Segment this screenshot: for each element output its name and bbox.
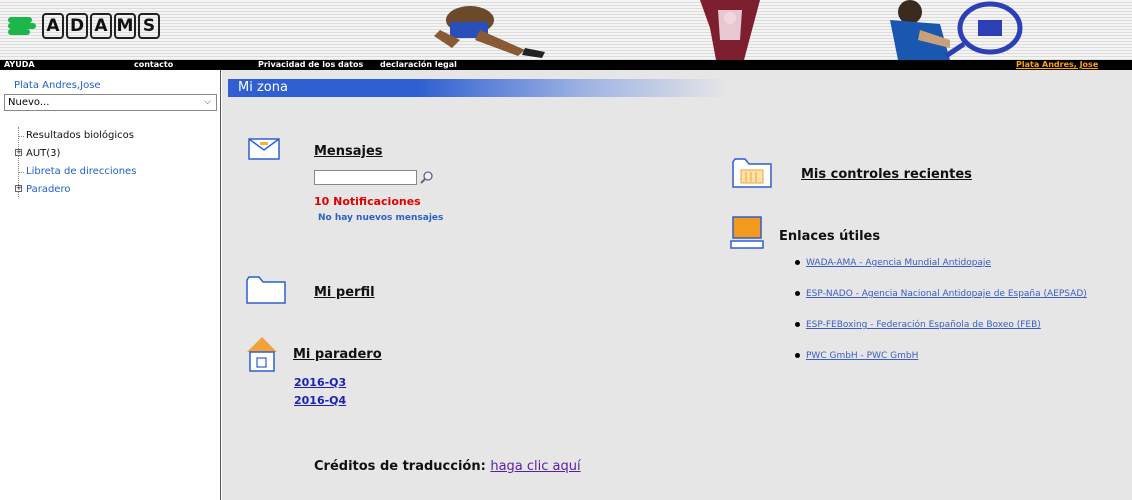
list-item: ESP-NADO - Agencia Nacional Antidopaje d… xyxy=(795,289,1087,299)
bullet-icon xyxy=(795,353,800,358)
expand-aut-icon[interactable]: + xyxy=(15,149,22,156)
message-search-input[interactable] xyxy=(314,170,417,185)
tree-connector xyxy=(18,136,24,137)
useful-link-wada[interactable]: WADA-AMA - Agencia Mundial Antidopaje xyxy=(806,258,991,268)
new-item-select-value: Nuevo... xyxy=(8,97,50,108)
whereabouts-title[interactable]: Mi paradero xyxy=(293,347,382,362)
current-user-link[interactable]: Plata Andres, Jose xyxy=(1016,60,1098,70)
quarter-link-2016-q3[interactable]: 2016-Q3 xyxy=(294,376,346,389)
translation-credits-link[interactable]: haga clic aquí xyxy=(490,459,580,474)
bullet-icon xyxy=(795,260,800,265)
privacy-link[interactable]: Privacidad de los datos xyxy=(258,60,363,70)
adams-logo[interactable]: ADAMS xyxy=(8,13,162,39)
useful-link-aepsad[interactable]: ESP-NADO - Agencia Nacional Antidopaje d… xyxy=(806,289,1087,299)
sidebar-user-name[interactable]: Plata Andres,Jose xyxy=(14,80,101,91)
search-icon[interactable] xyxy=(420,171,433,184)
athlete-hurdler-image xyxy=(434,6,545,58)
envelope-icon xyxy=(248,138,280,160)
tree-item-biological-results[interactable]: Resultados biológicos xyxy=(26,130,134,141)
tree-connector xyxy=(18,172,24,173)
header-banner: ADAMS xyxy=(0,0,1132,60)
useful-links-title: Enlaces útiles xyxy=(779,229,881,244)
folder-icon xyxy=(246,276,286,304)
translation-credits: Créditos de traducción: haga clic aquí xyxy=(314,459,581,474)
adams-logo-icon xyxy=(8,13,38,39)
tree-item-address-book[interactable]: Libreta de direcciones xyxy=(26,166,136,177)
tree-item-whereabouts[interactable]: Paradero xyxy=(26,184,70,195)
help-link[interactable]: AYUDA xyxy=(4,60,35,70)
bullet-icon xyxy=(795,291,800,296)
athlete-tennis-image xyxy=(890,0,1023,60)
list-item: PWC GmbH - PWC GmbH xyxy=(795,351,918,361)
contact-link[interactable]: contacto xyxy=(134,60,173,70)
notifications-count[interactable]: 10 Notificaciones xyxy=(314,195,421,208)
new-item-select[interactable]: Nuevo... ⌵ xyxy=(4,94,217,111)
computer-icon xyxy=(730,216,764,249)
bullet-icon xyxy=(795,322,800,327)
recent-controls-title[interactable]: Mis controles recientes xyxy=(801,167,972,182)
useful-link-pwc[interactable]: PWC GmbH - PWC GmbH xyxy=(806,351,918,361)
house-icon xyxy=(247,337,277,372)
tree-item-aut[interactable]: AUT(3) xyxy=(26,148,60,159)
list-item: ESP-FEBoxing - Federación Española de Bo… xyxy=(795,320,1041,330)
translation-credits-label: Créditos de traducción: xyxy=(314,459,486,474)
sidebar: Plata Andres,Jose Nuevo... ⌵ Resultados … xyxy=(0,70,221,500)
useful-link-feb[interactable]: ESP-FEBoxing - Federación Española de Bo… xyxy=(806,320,1041,330)
quarter-link-2016-q4[interactable]: 2016-Q4 xyxy=(294,394,346,407)
page-title: Mi zona xyxy=(228,79,728,97)
chevron-down-icon: ⌵ xyxy=(204,97,211,107)
no-new-messages-text: No hay nuevos mensajes xyxy=(318,213,444,223)
list-item: WADA-AMA - Agencia Mundial Antidopaje xyxy=(795,258,991,268)
athlete-runner-image xyxy=(700,0,760,60)
adams-logo-text: ADAMS xyxy=(42,13,162,39)
messages-title[interactable]: Mensajes xyxy=(314,144,383,159)
legal-link[interactable]: declaración legal xyxy=(380,60,457,70)
top-navbar: AYUDA contacto Privacidad de los datos d… xyxy=(0,60,1132,70)
expand-whereabouts-icon[interactable]: + xyxy=(15,185,22,192)
main-panel: Mi zona Mensajes 10 Notificaciones No ha… xyxy=(222,70,1132,500)
folder-chart-icon xyxy=(732,158,772,188)
profile-title[interactable]: Mi perfil xyxy=(314,285,375,300)
